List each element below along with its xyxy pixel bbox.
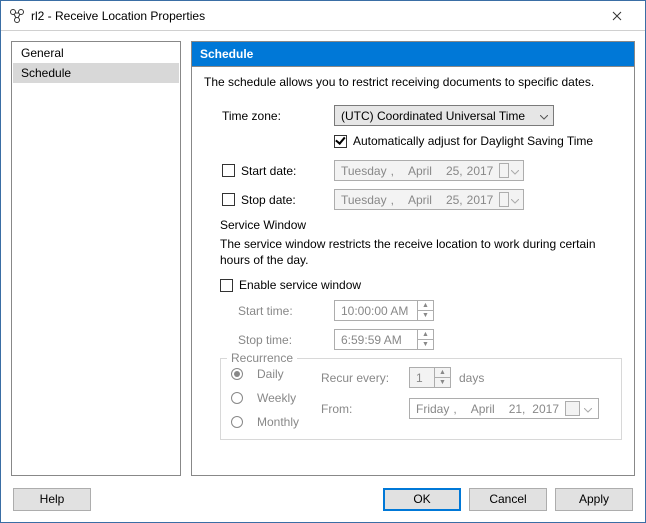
app-icon: [9, 8, 25, 24]
dst-label: Automatically adjust for Daylight Saving…: [353, 134, 593, 148]
sidebar-nav: General Schedule: [11, 41, 181, 476]
chevron-down-icon: [539, 109, 549, 123]
dialog-footer: Help OK Cancel Apply: [1, 476, 645, 522]
timezone-dropdown[interactable]: (UTC) Coordinated Universal Time: [334, 105, 554, 126]
spinner-icon[interactable]: ▲▼: [417, 330, 433, 349]
recurrence-legend: Recurrence: [227, 351, 297, 365]
enable-service-window-label: Enable service window: [239, 278, 361, 292]
panel-body: The schedule allows you to restrict rece…: [192, 67, 634, 475]
close-button[interactable]: [597, 2, 637, 30]
recur-every-input[interactable]: 1 ▲▼: [409, 367, 451, 388]
stop-date-checkbox[interactable]: [222, 193, 235, 206]
timezone-value: (UTC) Coordinated Universal Time: [341, 109, 539, 123]
chevron-down-icon: [582, 402, 594, 416]
cancel-button[interactable]: Cancel: [469, 488, 547, 511]
recur-daily-label: Daily: [257, 367, 284, 381]
recurrence-group: Recurrence Daily Weekly Monthly Recur ev…: [220, 358, 622, 440]
stop-time-label: Stop time:: [204, 333, 334, 347]
recur-from-label: From:: [321, 402, 401, 416]
enable-service-window-checkbox[interactable]: [220, 279, 233, 292]
window-title: rl2 - Receive Location Properties: [31, 9, 597, 23]
service-window-group-label: Service Window: [220, 218, 622, 232]
spinner-icon[interactable]: ▲▼: [417, 301, 433, 320]
chevron-down-icon: [511, 193, 519, 207]
dst-checkbox[interactable]: [334, 135, 347, 148]
stop-date-input[interactable]: Tuesday , April 25, 2017: [334, 189, 524, 210]
recur-every-label: Recur every:: [321, 371, 401, 385]
dialog-window: rl2 - Receive Location Properties Genera…: [0, 0, 646, 523]
recur-daily-radio[interactable]: [231, 368, 243, 380]
panel-description: The schedule allows you to restrict rece…: [204, 75, 622, 89]
stop-date-label: Stop date:: [241, 193, 296, 207]
timezone-label: Time zone:: [204, 109, 334, 123]
calendar-icon: [565, 401, 580, 416]
recur-weekly-label: Weekly: [257, 391, 296, 405]
content-area: General Schedule Schedule The schedule a…: [1, 31, 645, 476]
titlebar: rl2 - Receive Location Properties: [1, 1, 645, 31]
panel-header: Schedule: [192, 42, 634, 67]
recur-monthly-label: Monthly: [257, 415, 299, 429]
start-time-input[interactable]: 10:00:00 AM ▲▼: [334, 300, 434, 321]
main-panel: Schedule The schedule allows you to rest…: [191, 41, 635, 476]
sidebar-item-general[interactable]: General: [13, 43, 179, 63]
calendar-icon: [499, 192, 509, 207]
start-date-input[interactable]: Tuesday , April 25, 2017: [334, 160, 524, 181]
start-date-checkbox[interactable]: [222, 164, 235, 177]
recur-from-input[interactable]: Friday , April 21, 2017: [409, 398, 599, 419]
start-time-label: Start time:: [204, 304, 334, 318]
spinner-icon[interactable]: ▲▼: [434, 368, 450, 387]
apply-button[interactable]: Apply: [555, 488, 633, 511]
ok-button[interactable]: OK: [383, 488, 461, 511]
sidebar-item-schedule[interactable]: Schedule: [13, 63, 179, 83]
start-date-label: Start date:: [241, 164, 296, 178]
chevron-down-icon: [511, 164, 519, 178]
recur-unit-label: days: [459, 371, 484, 385]
recur-weekly-radio[interactable]: [231, 392, 243, 404]
calendar-icon: [499, 163, 509, 178]
help-button[interactable]: Help: [13, 488, 91, 511]
recur-monthly-radio[interactable]: [231, 416, 243, 428]
service-window-group-desc: The service window restricts the receive…: [220, 236, 622, 268]
stop-time-input[interactable]: 6:59:59 AM ▲▼: [334, 329, 434, 350]
